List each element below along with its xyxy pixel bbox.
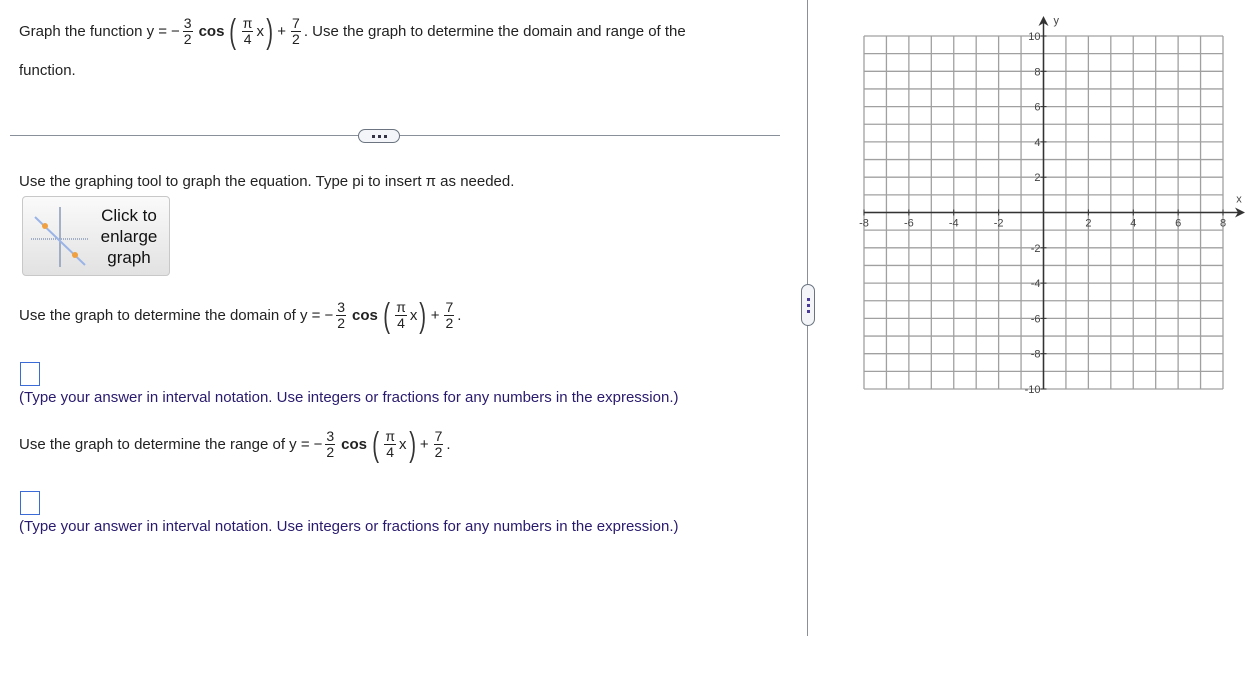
range-answer-input[interactable]	[20, 491, 40, 515]
fraction-c: 72	[433, 428, 444, 460]
x-tick-label: -6	[904, 218, 914, 230]
domain-prompt: Use the graph to determine the domain of…	[19, 296, 462, 335]
x-tick-label: 6	[1175, 218, 1181, 230]
variable: x	[256, 23, 264, 40]
plus-sign: +	[430, 307, 440, 324]
right-paren: )	[266, 12, 273, 51]
denominator: 4	[243, 31, 252, 47]
numerator: 7	[444, 299, 455, 316]
y-tick-label: -8	[1031, 349, 1041, 361]
denominator: 2	[292, 31, 300, 47]
instruction-text: Use the graphing tool to graph the equat…	[19, 173, 515, 190]
domain-answer-input[interactable]	[20, 362, 40, 386]
fraction-a: 32	[325, 428, 336, 460]
denominator: 2	[445, 315, 454, 331]
cos-label: cos	[352, 307, 378, 324]
y-tick-label: 10	[1028, 31, 1040, 43]
domain-prompt-text: Use the graph to determine the domain of…	[19, 307, 321, 324]
x-tick-label: 2	[1085, 218, 1091, 230]
denominator: 2	[183, 31, 192, 47]
y-tick-label: -4	[1031, 278, 1041, 290]
denominator: 4	[386, 444, 395, 460]
y-axis-label: y	[1054, 15, 1060, 27]
x-axis-label: x	[1236, 194, 1242, 206]
x-tick-label: 8	[1220, 218, 1226, 230]
y-tick-label: 2	[1034, 172, 1040, 184]
fraction-a: 32	[182, 15, 193, 47]
plus-sign: +	[277, 23, 287, 40]
numerator: 3	[182, 15, 193, 32]
y-tick-label: 8	[1034, 66, 1040, 78]
minus-sign: −	[324, 307, 334, 324]
right-paren: )	[419, 296, 427, 335]
variable: x	[399, 436, 407, 453]
numerator: π	[241, 15, 254, 32]
fraction-c: 72	[444, 299, 455, 331]
x-tick-label: -4	[949, 218, 959, 230]
question-prefix: Graph the function y =	[19, 23, 168, 40]
expand-handle[interactable]	[358, 129, 400, 143]
right-paren: )	[408, 425, 416, 464]
y-tick-label: -6	[1031, 313, 1041, 325]
left-paren: (	[229, 12, 237, 51]
numerator: π	[395, 299, 407, 316]
pane-resize-handle[interactable]	[801, 284, 815, 326]
denominator: 2	[337, 315, 345, 331]
y-tick-label: 6	[1034, 102, 1040, 114]
numerator: 3	[325, 428, 336, 445]
variable: x	[409, 307, 418, 324]
cos-label: cos	[341, 436, 368, 453]
y-tick-label: -10	[1025, 384, 1041, 396]
numerator: 3	[336, 299, 346, 316]
graph-thumbnail-icon	[31, 207, 89, 267]
numerator: 7	[433, 428, 444, 445]
range-hint: (Type your answer in interval notation. …	[19, 518, 679, 535]
x-tick-label: -8	[859, 218, 869, 230]
enlarge-graph-label: Click to enlarge graph	[100, 205, 158, 267]
fraction-b: π4	[384, 428, 397, 460]
range-prompt: Use the graph to determine the range of …	[19, 425, 451, 464]
y-tick-label: -2	[1031, 243, 1041, 255]
left-paren: (	[372, 425, 380, 464]
denominator: 4	[397, 315, 405, 331]
question-text: Graph the function y = − 32 cos ( π4 x )…	[19, 12, 686, 51]
domain-hint: (Type your answer in interval notation. …	[19, 389, 679, 406]
numerator: 7	[291, 15, 301, 32]
coordinate-grid[interactable]: -8 -6 -4 -2 2 4 6 8 -10 -8 -6 -4 -2 2 4 6 8 10 x y	[850, 10, 1247, 400]
x-tick-label: 4	[1130, 218, 1136, 230]
minus-sign: −	[171, 23, 180, 40]
question-suffix: . Use the graph to determine the domain …	[303, 23, 686, 40]
x-tick-label: -2	[994, 218, 1004, 230]
fraction-a: 32	[336, 300, 346, 331]
range-prompt-text: Use the graph to determine the range of …	[19, 436, 310, 453]
denominator: 2	[326, 444, 335, 460]
fraction-c: 72	[291, 16, 301, 47]
y-tick-label: 4	[1034, 137, 1040, 149]
fraction-b: π4	[395, 300, 407, 331]
fraction-b: π4	[241, 15, 254, 47]
left-paren: (	[383, 296, 390, 335]
cos-label: cos	[198, 23, 225, 40]
numerator: π	[384, 428, 397, 445]
question-line2: function.	[19, 62, 76, 79]
denominator: 2	[434, 444, 443, 460]
minus-sign: −	[313, 436, 323, 453]
enlarge-graph-button[interactable]: Click to enlarge graph	[22, 196, 170, 276]
plus-sign: +	[419, 436, 429, 453]
